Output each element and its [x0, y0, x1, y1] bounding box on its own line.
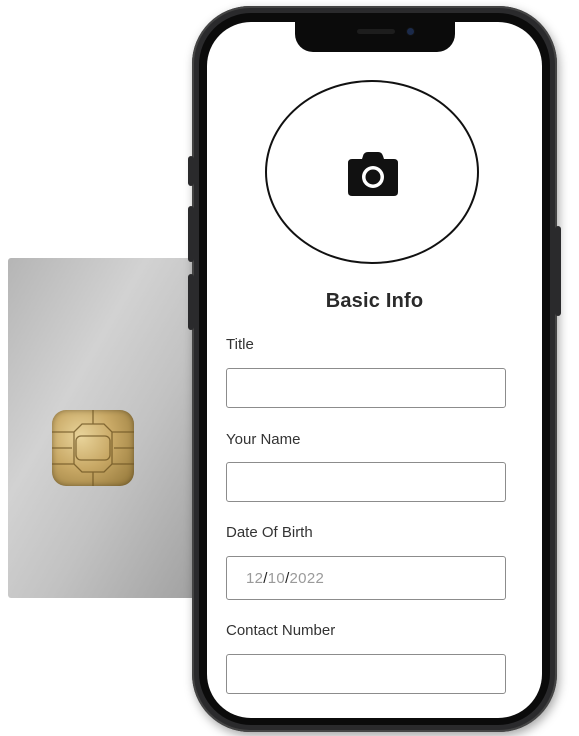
volume-up-button: [188, 206, 194, 262]
dob-day: 10: [267, 570, 286, 587]
title-input[interactable]: [226, 368, 506, 408]
phone-frame: Basic Info Title Your Name Date Of Birth…: [188, 6, 561, 732]
volume-down-button: [188, 274, 194, 330]
dob-input[interactable]: 12/10/2022: [226, 556, 506, 600]
sim-chip-icon: [52, 410, 134, 486]
title-label: Title: [226, 336, 254, 353]
power-button: [555, 226, 561, 316]
dob-label: Date Of Birth: [226, 524, 313, 541]
dob-month: 12: [246, 570, 264, 587]
name-input[interactable]: [226, 462, 506, 502]
dob-value: 12/10/2022: [246, 570, 324, 587]
phone-screen: Basic Info Title Your Name Date Of Birth…: [207, 22, 542, 718]
front-camera-icon: [407, 28, 414, 35]
smart-card: [8, 258, 208, 598]
speaker-grille: [357, 29, 395, 34]
notch: [295, 22, 455, 52]
contact-input[interactable]: [226, 654, 506, 694]
contact-label: Contact Number: [226, 622, 336, 639]
camera-icon: [348, 152, 398, 196]
mute-switch: [188, 156, 194, 186]
phone-bezel: Basic Info Title Your Name Date Of Birth…: [199, 13, 550, 725]
profile-photo-upload[interactable]: [265, 80, 479, 264]
name-label: Your Name: [226, 431, 301, 448]
dob-year: 2022: [289, 570, 325, 587]
page-title: Basic Info: [325, 290, 424, 312]
